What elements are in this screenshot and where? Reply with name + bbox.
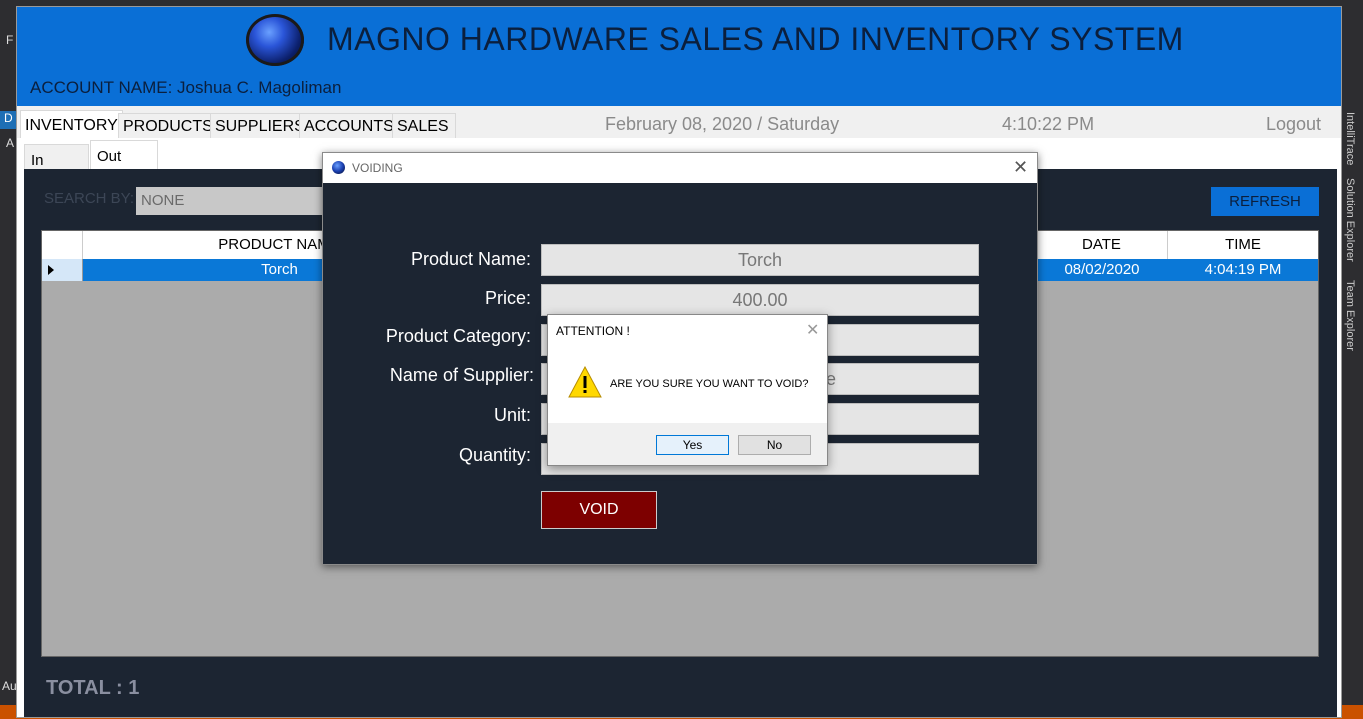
void-button[interactable]: VOID (541, 491, 657, 529)
search-by-label: SEARCH BY: (44, 190, 135, 207)
close-icon[interactable]: ✕ (806, 320, 819, 340)
cell-time[interactable]: 4:04:19 PM (1168, 259, 1318, 281)
field-product-name[interactable]: Torch (541, 244, 979, 276)
close-icon[interactable]: ✕ (1013, 157, 1028, 178)
tab-products[interactable]: PRODUCTS (118, 113, 218, 138)
total-count: TOTAL : 1 (46, 677, 140, 699)
field-label-quantity: Quantity: (458, 445, 531, 465)
logo-icon (246, 14, 304, 66)
tab-inventory[interactable]: INVENTORY (20, 110, 123, 138)
tab-sales[interactable]: SALES (392, 113, 456, 138)
app-title: MAGNO HARDWARE SALES AND INVENTORY SYSTE… (327, 21, 1184, 57)
field-label-product-name: Product Name: (410, 249, 531, 269)
voiding-titlebar: VOIDING ✕ (323, 153, 1037, 183)
ide-tab-team-explorer[interactable]: Team Explorer (1344, 280, 1356, 351)
ide-glyph: F (6, 33, 14, 47)
subtab-out[interactable]: Out (90, 140, 158, 170)
current-date: February 08, 2020 / Saturday (605, 114, 840, 134)
ide-tab-solution-explorer[interactable]: Solution Explorer (1344, 178, 1356, 262)
refresh-button[interactable]: REFRESH (1211, 187, 1319, 216)
field-price[interactable]: 400.00 (541, 284, 979, 316)
messagebox-title: ATTENTION ! (556, 324, 630, 338)
field-label-unit: Unit: (493, 405, 531, 425)
current-time: 4:10:22 PM (1002, 114, 1095, 134)
messagebox-footer: Yes No (548, 423, 827, 465)
row-selector[interactable] (42, 259, 83, 281)
tab-suppliers[interactable]: SUPPLIERS (210, 113, 310, 138)
app-header: MAGNO HARDWARE SALES AND INVENTORY SYSTE… (17, 7, 1341, 106)
field-label-supplier: Name of Supplier: (389, 365, 534, 385)
search-by-select[interactable]: NONE (136, 187, 336, 215)
ide-glyph: A (6, 136, 15, 150)
ide-right-strip: IntelliTrace Solution Explorer Team Expl… (1340, 0, 1363, 719)
yes-button[interactable]: Yes (656, 435, 729, 455)
attention-messagebox: ATTENTION ! ✕ ARE YOU SURE YOU WANT TO V… (547, 314, 828, 466)
subtab-in[interactable]: In (24, 144, 89, 170)
voiding-title: VOIDING (352, 161, 403, 175)
warning-icon (568, 366, 602, 398)
cell-date[interactable]: 08/02/2020 (1036, 259, 1168, 281)
no-button[interactable]: No (738, 435, 811, 455)
grid-corner (42, 231, 83, 259)
messagebox-text: ARE YOU SURE YOU WANT TO VOID? (610, 378, 809, 390)
tab-accounts[interactable]: ACCOUNTS (299, 113, 399, 138)
logout-link[interactable]: Logout (1266, 114, 1321, 135)
column-header-date[interactable]: DATE (1036, 231, 1168, 259)
account-name: ACCOUNT NAME: Joshua C. Magoliman (30, 78, 342, 97)
column-header-time[interactable]: TIME (1168, 231, 1318, 259)
field-label-product-category: Product Category: (385, 326, 531, 346)
app-orb-icon (332, 161, 345, 174)
ide-glyph: D (0, 111, 16, 129)
ide-glyph: Au (2, 679, 17, 693)
row-pointer-icon (48, 265, 54, 275)
ide-tab-intellitrace[interactable]: IntelliTrace (1344, 112, 1356, 165)
field-label-price: Price: (484, 288, 531, 308)
